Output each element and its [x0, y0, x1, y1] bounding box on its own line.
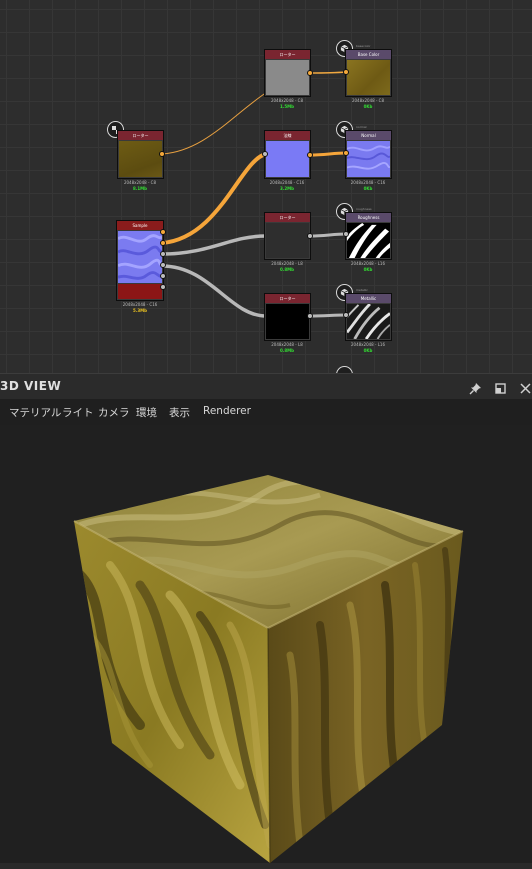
roughness-output-node[interactable]: Roughness: [345, 212, 392, 260]
output-port[interactable]: [307, 70, 313, 76]
node-caption: 2048x2048 - C8: [123, 180, 157, 185]
node-memory: 5.3Mb: [133, 308, 147, 313]
node-header: ローター: [265, 294, 310, 303]
node-memory: 8.1Mb: [133, 186, 147, 191]
menu-renderer[interactable]: Renderer: [203, 405, 251, 417]
metallic-output-node[interactable]: Metallic: [345, 293, 392, 341]
close-icon[interactable]: [519, 380, 532, 394]
viewer-menubar: マテリアル ライト カメラ 環境 表示 Renderer: [0, 399, 532, 425]
input-port[interactable]: [343, 150, 349, 156]
roughness-node[interactable]: ローター: [264, 212, 311, 260]
node-caption: 2048x2048 - C16: [122, 302, 158, 307]
node-caption: 2048x2048 - C16: [350, 180, 386, 185]
output-label: metallic: [356, 288, 368, 292]
node-thumbnail: [347, 60, 390, 95]
output-port-6[interactable]: [160, 284, 166, 290]
sample-node[interactable]: Sample: [116, 220, 164, 301]
node-memory: 3.2Mb: [280, 186, 294, 191]
input-port[interactable]: [343, 312, 349, 318]
node-thumbnail: [347, 141, 390, 177]
menu-display[interactable]: 表示: [169, 405, 190, 420]
node-memory: 0Kb: [363, 104, 373, 109]
bottom-strip: [0, 863, 532, 869]
output-port-5[interactable]: [160, 273, 166, 279]
node-caption: 2048x2048 - L16: [350, 261, 386, 266]
node-header: Normal: [346, 131, 391, 140]
node-header: 法線: [265, 131, 310, 140]
node-thumbnail: [266, 141, 309, 177]
node-header: Sample: [117, 221, 163, 230]
normal-node[interactable]: 法線: [264, 130, 311, 179]
textured-cube: [73, 475, 464, 864]
node-caption: 2048x2048 - C8: [351, 98, 385, 103]
node-thumbnail: [118, 231, 162, 283]
node-caption: 2048x2048 - C16: [269, 180, 305, 185]
normal-output-node[interactable]: Normal: [345, 130, 392, 179]
node-thumbnail: [266, 223, 309, 258]
input-port[interactable]: [262, 151, 268, 157]
3d-view-panel: 3D VIEW マテリアル ライト カメラ 環境 表示 Renderer: [0, 373, 532, 869]
node-header: ローター: [265, 213, 310, 222]
output-port[interactable]: [307, 233, 313, 239]
node-caption: 2048x2048 - L8: [271, 261, 303, 266]
output-port[interactable]: [307, 313, 313, 319]
panel-title: 3D VIEW: [0, 379, 62, 393]
output-label: normal: [356, 125, 367, 129]
input-port[interactable]: [343, 69, 349, 75]
menu-environment[interactable]: 環境: [136, 405, 157, 420]
node-memory: 0.8Mb: [280, 348, 294, 353]
node-memory: 0Kb: [363, 267, 373, 272]
node-thumbnail: [266, 304, 309, 339]
output-port[interactable]: [307, 152, 313, 158]
menu-camera[interactable]: カメラ: [98, 405, 130, 420]
base-color-output-node[interactable]: Base Color: [345, 49, 392, 97]
panel-titlebar: 3D VIEW: [0, 373, 532, 399]
node-footer: [118, 284, 162, 299]
node-thumbnail: [119, 141, 162, 177]
node-thumbnail: [266, 60, 309, 95]
output-port-3[interactable]: [160, 251, 166, 257]
menu-light[interactable]: ライト: [62, 405, 94, 420]
node-caption: 2048x2048 - C8: [270, 98, 304, 103]
gray-output-node[interactable]: ローター: [264, 49, 311, 97]
node-header: ローター: [265, 50, 310, 59]
metallic-node[interactable]: ローター: [264, 293, 311, 341]
output-label: roughness: [356, 207, 372, 211]
menu-material[interactable]: マテリアル: [9, 405, 61, 420]
output-port-2[interactable]: [160, 240, 166, 246]
output-port[interactable]: [159, 151, 165, 157]
node-header: Roughness: [346, 213, 391, 222]
node-thumbnail: [347, 223, 390, 258]
node-caption: 2048x2048 - L8: [271, 342, 303, 347]
3d-viewport[interactable]: [0, 425, 532, 864]
restore-icon[interactable]: [494, 380, 507, 394]
node-header: Base Color: [346, 50, 391, 59]
texture-node[interactable]: ローター: [117, 130, 164, 179]
node-header: ローター: [118, 131, 163, 140]
node-thumbnail: [347, 304, 390, 339]
output-label: basecolor: [356, 44, 371, 48]
node-memory: 0Kb: [363, 186, 373, 191]
output-port-1[interactable]: [160, 229, 166, 235]
node-memory: 0.8Mb: [280, 267, 294, 272]
node-caption: 2048x2048 - L16: [350, 342, 386, 347]
node-memory: 1.5Mb: [280, 104, 294, 109]
node-graph-canvas[interactable]: ローター 2048x2048 - C8 1.5Mb basecolor Base…: [0, 0, 532, 373]
output-port-4[interactable]: [160, 262, 166, 268]
pin-icon[interactable]: [469, 380, 482, 395]
node-header: Metallic: [346, 294, 391, 303]
node-memory: 0Kb: [363, 348, 373, 353]
input-port[interactable]: [343, 231, 349, 237]
